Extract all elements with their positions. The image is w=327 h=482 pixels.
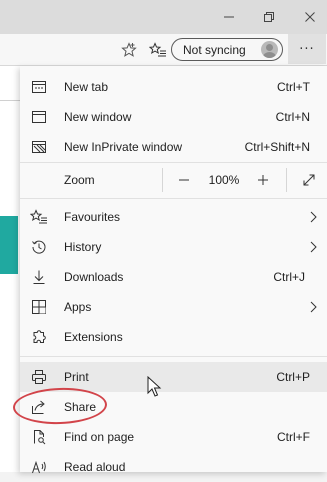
sync-status-label: Not syncing — [183, 42, 246, 57]
menu-item-extensions[interactable]: Extensions — [20, 322, 327, 352]
fullscreen-button[interactable] — [300, 171, 318, 189]
share-icon — [30, 398, 48, 416]
favorites-list-icon — [149, 42, 166, 57]
menu-item-label: Extensions — [64, 330, 123, 344]
menu-item-read-aloud[interactable]: Read aloud — [20, 452, 327, 482]
menu-item-shortcut: Ctrl+F — [277, 430, 310, 444]
menu-item-history[interactable]: History — [20, 232, 327, 262]
chevron-right-icon — [310, 241, 317, 253]
zoom-level: 100% — [208, 173, 240, 187]
menu-item-label: Find on page — [64, 430, 135, 444]
zoom-row: Zoom 100% — [20, 162, 327, 198]
browser-toolbar: Not syncing ··· — [0, 34, 327, 66]
menu-item-label: Favourites — [64, 210, 121, 224]
menu-item-downloads[interactable]: Downloads Ctrl+J — [20, 262, 327, 292]
menu-item-apps[interactable]: Apps — [20, 292, 327, 322]
menu-item-new-window[interactable]: New window Ctrl+N — [20, 102, 327, 132]
page-content-background — [0, 66, 20, 472]
restore-icon — [264, 12, 274, 22]
menu-item-shortcut: Ctrl+T — [277, 80, 310, 94]
zoom-label: Zoom — [64, 173, 95, 187]
zoom-in-button[interactable] — [252, 170, 274, 190]
chevron-right-icon — [310, 211, 317, 223]
new-window-icon — [30, 108, 48, 126]
menu-item-print[interactable]: Print Ctrl+P — [20, 362, 327, 392]
settings-menu: New tab Ctrl+T New window Ctrl+N New InP… — [20, 66, 327, 474]
menu-item-label: New InPrivate window — [64, 140, 183, 154]
menu-item-shortcut: Ctrl+P — [276, 370, 310, 384]
menu-item-shortcut: Ctrl+Shift+N — [244, 140, 310, 154]
plus-icon — [258, 175, 268, 185]
menu-item-share[interactable]: Share — [20, 392, 327, 422]
apps-icon — [30, 298, 48, 316]
menu-item-label: Print — [64, 370, 89, 384]
history-icon — [30, 238, 48, 256]
minimize-button[interactable] — [210, 0, 248, 34]
favourites-icon — [30, 208, 48, 226]
minus-icon — [179, 179, 189, 181]
chevron-right-icon — [310, 301, 317, 313]
new-tab-icon — [30, 78, 48, 96]
menu-item-label: New tab — [64, 80, 109, 94]
menu-item-label: Read aloud — [64, 460, 126, 474]
menu-item-label: Apps — [64, 300, 92, 314]
restore-button[interactable] — [250, 0, 288, 34]
extensions-icon — [30, 328, 48, 346]
add-favorite-button[interactable] — [118, 39, 140, 61]
menu-item-label: Share — [64, 400, 97, 414]
menu-item-label: Downloads — [64, 270, 124, 284]
read-aloud-icon — [30, 458, 48, 476]
zoom-out-button[interactable] — [173, 170, 195, 190]
menu-item-favourites[interactable]: Favourites — [20, 202, 327, 232]
fullscreen-icon — [303, 174, 315, 186]
favorites-button[interactable] — [147, 39, 169, 61]
menu-item-find-on-page[interactable]: Find on page Ctrl+F — [20, 422, 327, 452]
inprivate-icon — [30, 138, 48, 156]
menu-divider — [20, 198, 327, 199]
minimize-icon — [224, 16, 234, 18]
menu-item-new-tab[interactable]: New tab Ctrl+T — [20, 72, 327, 102]
profile-avatar-icon — [261, 41, 278, 58]
star-outline-icon — [121, 42, 137, 57]
menu-divider — [20, 356, 327, 357]
print-icon — [30, 368, 48, 386]
close-button[interactable] — [291, 0, 327, 34]
profile-sync-button[interactable]: Not syncing — [171, 38, 283, 61]
download-icon — [30, 268, 48, 286]
menu-item-shortcut: Ctrl+J — [273, 270, 305, 284]
menu-item-label: New window — [64, 110, 132, 124]
menu-item-new-inprivate-window[interactable]: New InPrivate window Ctrl+Shift+N — [20, 132, 327, 162]
title-bar — [0, 0, 327, 34]
menu-item-shortcut: Ctrl+N — [275, 110, 310, 124]
page-accent-block — [0, 216, 18, 274]
menu-item-label: History — [64, 240, 102, 254]
settings-and-more-button[interactable]: ··· — [288, 34, 326, 64]
close-icon — [305, 12, 315, 22]
find-on-page-icon — [30, 428, 48, 446]
